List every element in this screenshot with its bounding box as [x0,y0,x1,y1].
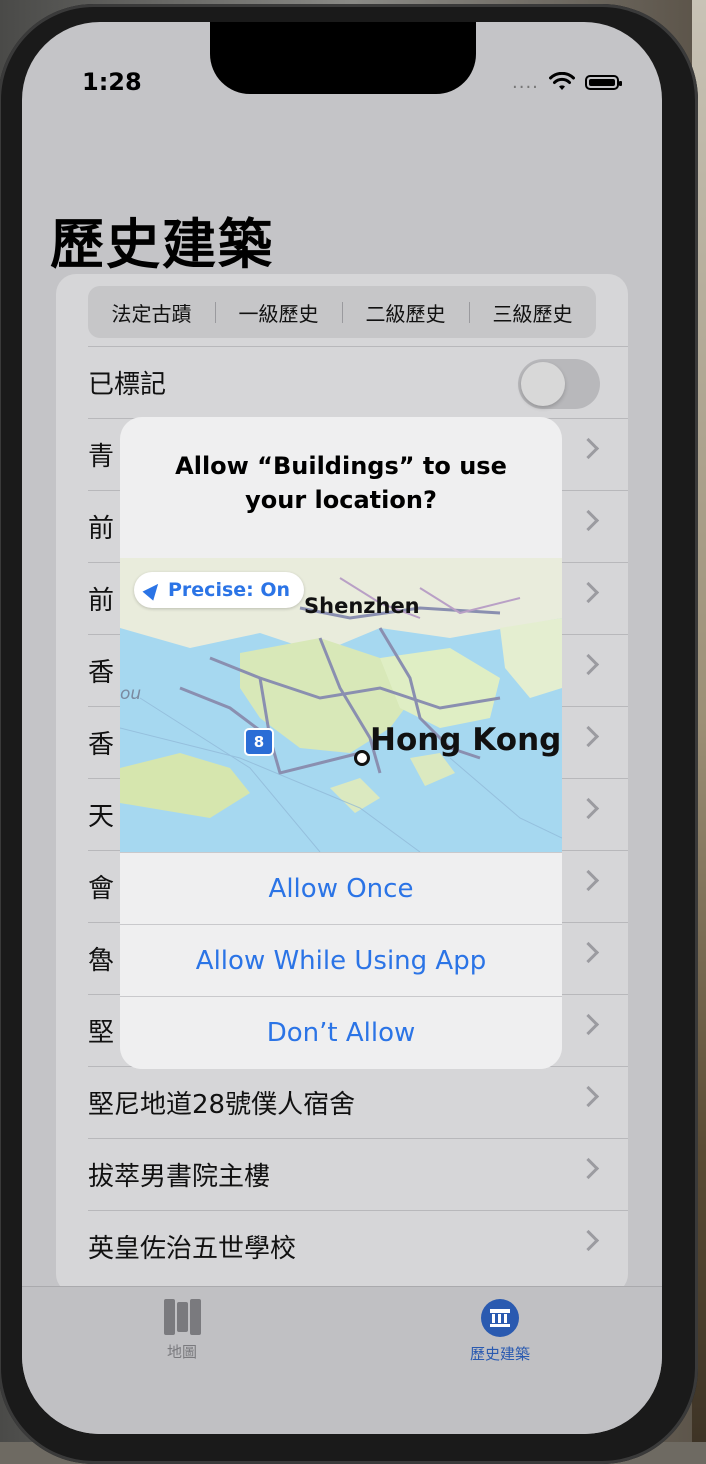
list-item-label: 前 [88,514,115,544]
list-item[interactable]: 堅尼地道28號僕人宿舍 [88,1066,628,1138]
wifi-icon [548,72,575,90]
chevron-right-icon [577,1085,600,1108]
list-item-label: 拔萃男書院主樓 [88,1162,271,1192]
notch [210,22,476,94]
tab-historic-buildings[interactable]: 歷史建築 [420,1299,580,1364]
alert-title: Allow “Buildings” to use your location? [175,452,507,514]
location-pin-icon [354,750,370,766]
map-label-hong-kong: Hong Kong [370,722,562,758]
battery-icon [584,74,622,90]
tab-bar: 地圖 歷史建築 [22,1286,662,1434]
segment-statutory[interactable]: 法定古蹟 [88,298,215,327]
segment-grade-1[interactable]: 一級歷史 [215,298,342,327]
chevron-right-icon [577,1157,600,1180]
alert-map: Precise: On Shenzhen 8 Hong Kong ou [120,558,562,852]
chevron-right-icon [577,509,600,532]
chevron-right-icon [577,437,600,460]
chevron-right-icon [577,941,600,964]
chevron-right-icon [577,797,600,820]
list-item-label: 香 [88,658,115,688]
route-badge: 8 [244,728,274,756]
phone-frame: 1:28 .... 歷史建築 法定古蹟 一級歷史 二級歷史 三級歷史 已標記 青 [0,4,698,1464]
list-item-label: 天 [88,802,115,832]
toggle-knob [521,362,565,406]
allow-once-button[interactable]: Allow Once [120,852,562,925]
chevron-right-icon [577,1229,600,1252]
list-item-label: 英皇佐治五世學校 [88,1234,297,1264]
list-item[interactable]: 英皇佐治五世學校 [88,1210,628,1282]
location-arrow-icon [142,579,164,601]
list-item-label: 魯 [88,946,115,976]
chevron-right-icon [577,1013,600,1036]
segmented-control: 法定古蹟 一級歷史 二級歷史 三級歷史 [88,286,596,338]
list-item[interactable]: 拔萃男書院主樓 [88,1138,628,1210]
bank-icon [481,1299,519,1337]
precise-location-toggle[interactable]: Precise: On [134,572,305,608]
precise-label: Precise: On [168,579,291,601]
allow-while-using-button[interactable]: Allow While Using App [120,924,562,997]
segment-grade-3[interactable]: 三級歷史 [469,298,596,327]
list-item-label: 會 [88,874,115,904]
page-title: 歷史建築 [50,213,274,276]
chevron-right-icon [577,581,600,604]
status-icons: .... [512,68,622,96]
map-label-shenzhen: Shenzhen [304,594,420,618]
tab-historic-buildings-label: 歷史建築 [469,1345,530,1363]
list-item-label: 堅尼地道28號僕人宿舍 [88,1090,356,1120]
signal-icon: .... [512,71,539,93]
status-time: 1:28 [82,68,142,96]
tab-map-label: 地圖 [166,1343,197,1361]
dont-allow-button[interactable]: Don’t Allow [120,996,562,1069]
screen: 1:28 .... 歷史建築 法定古蹟 一級歷史 二級歷史 三級歷史 已標記 青 [22,22,662,1434]
chevron-right-icon [577,725,600,748]
list-item-label: 堅 [88,1018,115,1048]
segment-grade-2[interactable]: 二級歷史 [342,298,469,327]
list-item-label: 香 [88,730,115,760]
chevron-right-icon [577,653,600,676]
location-permission-alert: Allow “Buildings” to use your location? [120,417,562,1069]
list-item-label: 青 [88,442,115,472]
map-icon [162,1299,202,1335]
chevron-right-icon [577,869,600,892]
list-item-label: 前 [88,586,115,616]
marked-toggle[interactable] [518,359,600,409]
tab-map[interactable]: 地圖 [102,1299,262,1362]
marked-toggle-row: 已標記 [88,346,628,418]
marked-label: 已標記 [88,370,167,400]
map-label-partial: ou [120,684,142,704]
